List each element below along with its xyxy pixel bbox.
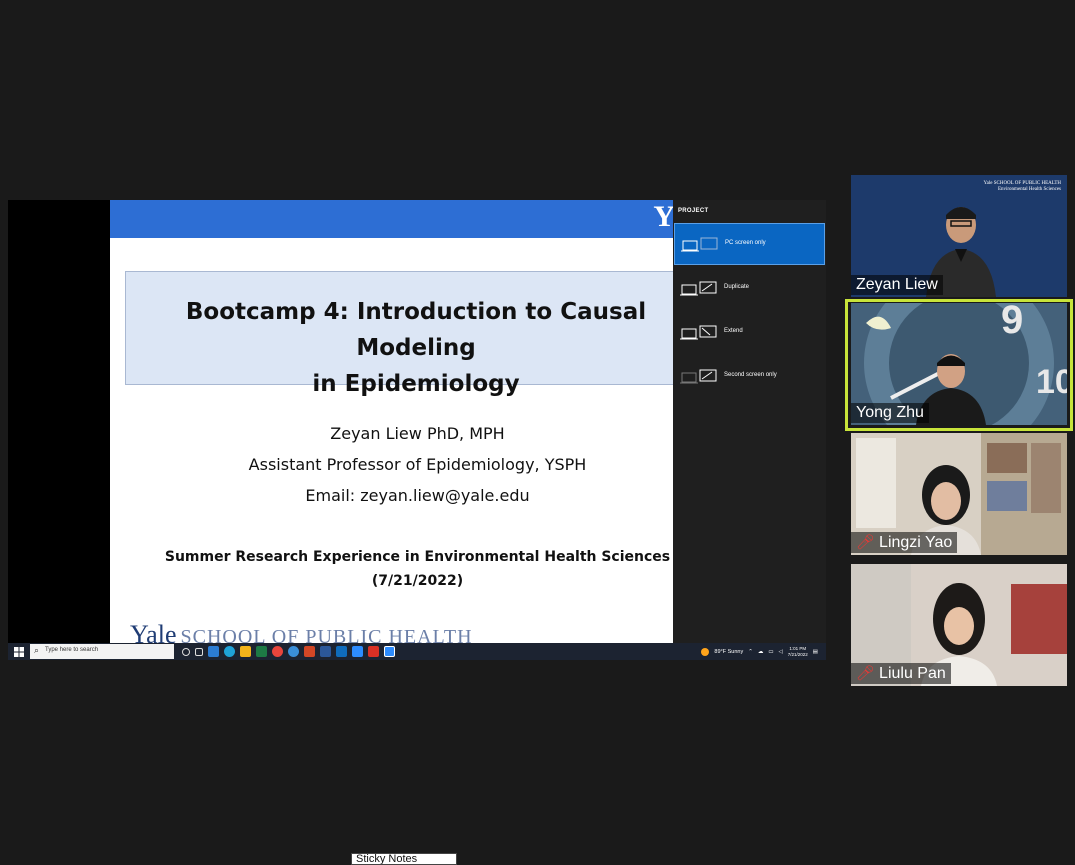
duplicate-icon	[680, 281, 717, 296]
participant-name-tag: 🎤︎ Liulu Pan	[851, 663, 951, 684]
tile-yale-logo: Yale SCHOOL OF PUBLIC HEALTH Environment…	[984, 181, 1061, 193]
word-icon[interactable]	[320, 646, 331, 657]
project-option-label: Second screen only	[724, 372, 777, 378]
slide-header-bar: Y	[110, 200, 673, 238]
active-speaker-frame	[845, 299, 1073, 431]
windows-start-icon[interactable]	[14, 647, 24, 657]
zoom-icon[interactable]	[352, 646, 363, 657]
presentation-slide: Y Bootcamp 4: Introduction to Causal Mod…	[110, 200, 673, 643]
project-option-label: Duplicate	[724, 284, 750, 290]
internet-explorer-icon[interactable]	[288, 646, 299, 657]
pc-screen-only-icon	[681, 237, 718, 252]
mic-muted-icon: 🎤︎	[856, 665, 876, 682]
chrome-icon[interactable]	[272, 646, 283, 657]
task-view-icon[interactable]	[195, 647, 203, 656]
mic-muted-icon: 🎤︎	[856, 534, 876, 551]
edge-icon[interactable]	[224, 646, 235, 657]
shared-screen: Y Bootcamp 4: Introduction to Causal Mod…	[8, 200, 826, 660]
participant-tile-liulu-pan[interactable]: 🎤︎ Liulu Pan	[851, 564, 1067, 686]
participant-name: Liulu Pan	[879, 665, 946, 682]
zoom-meeting-icon[interactable]	[384, 646, 395, 657]
onedrive-icon[interactable]: ☁	[758, 649, 764, 655]
teams-icon[interactable]	[208, 646, 219, 657]
weather-text[interactable]: 89°F Sunny	[714, 649, 743, 655]
project-option-pc-screen-only[interactable]: PC screen only	[674, 223, 825, 265]
volume-icon[interactable]: ◁	[779, 649, 783, 655]
author-role: Assistant Professor of Epidemiology, YSP…	[248, 455, 587, 474]
participant-name: Zeyan Liew	[851, 275, 943, 295]
project-option-label: Extend	[724, 328, 743, 334]
project-panel-title: PROJECT	[678, 208, 709, 214]
participant-name: Lingzi Yao	[879, 534, 953, 551]
notification-icon[interactable]: ▤	[813, 649, 818, 655]
search-icon: ⌕	[34, 645, 40, 655]
author-name: Zeyan Liew PhD, MPH	[330, 424, 505, 443]
participant-name-tag: 🎤︎ Lingzi Yao	[851, 532, 958, 553]
network-icon[interactable]: ▭	[768, 649, 773, 655]
weather-sun-icon[interactable]	[701, 647, 710, 656]
event-block: Summer Research Experience in Environmen…	[110, 545, 673, 593]
footer-yale: Yale	[130, 620, 177, 643]
outlook-icon[interactable]	[336, 646, 347, 657]
yale-footer-logo: Yale SCHOOL OF PUBLIC HEALTH	[130, 620, 473, 643]
yale-logo: Y	[653, 200, 673, 233]
powerpoint-icon[interactable]	[304, 646, 315, 657]
tray-chevron-icon[interactable]: ⌃	[748, 649, 753, 655]
project-option-duplicate[interactable]: Duplicate	[674, 268, 825, 310]
tile-logo-subtext: Environmental Health Sciences	[997, 187, 1061, 192]
participant-tile-lingzi-yao[interactable]: 🎤︎ Lingzi Yao	[851, 433, 1067, 555]
project-option-extend[interactable]: Extend	[674, 312, 825, 354]
extend-icon	[680, 325, 717, 340]
system-tray: 89°F Sunny ⌃ ☁ ▭ ◁ 1:01 PM 7/21/2022 ▤	[701, 643, 818, 660]
cortana-icon[interactable]	[182, 647, 190, 656]
sticky-notes-window[interactable]: Sticky Notes	[351, 853, 457, 865]
project-option-label: PC screen only	[725, 240, 766, 246]
acrobat-icon[interactable]	[368, 646, 379, 657]
excel-icon[interactable]	[256, 646, 267, 657]
author-block: Zeyan Liew PhD, MPH Assistant Professor …	[110, 418, 673, 511]
file-explorer-icon[interactable]	[240, 646, 251, 657]
windows-taskbar: ⌕ Type here to search 89°F Sunny ⌃ ☁ ▭ ◁…	[8, 643, 826, 660]
footer-school: SCHOOL OF PUBLIC HEALTH	[180, 626, 473, 643]
project-option-second-screen-only[interactable]: Second screen only	[674, 356, 825, 398]
taskbar-clock[interactable]: 1:01 PM 7/21/2022	[788, 646, 808, 658]
slide-title-line-1: Bootcamp 4: Introduction to Causal Model…	[185, 299, 647, 361]
author-email: Email: zeyan.liew@yale.edu	[305, 486, 530, 505]
search-placeholder: Type here to search	[45, 647, 99, 653]
taskbar-search-box[interactable]: ⌕ Type here to search	[30, 644, 174, 659]
slide-title-line-2: in Epidemiology	[312, 371, 520, 397]
second-screen-only-icon	[680, 369, 717, 384]
clock-date: 7/21/2022	[787, 651, 808, 657]
participant-tile-zeyan-liew[interactable]: Yale SCHOOL OF PUBLIC HEALTH Environment…	[851, 175, 1067, 297]
slide-title: Bootcamp 4: Introduction to Causal Model…	[126, 294, 673, 402]
clock-time: 1:01 PM	[789, 645, 807, 651]
slide-title-box: Bootcamp 4: Introduction to Causal Model…	[125, 271, 673, 397]
taskbar-apps	[182, 645, 395, 658]
event-name: Summer Research Experience in Environmen…	[164, 549, 671, 565]
project-panel: PROJECT PC screen only Duplicate Extend …	[673, 200, 826, 643]
event-date: (7/21/2022)	[371, 573, 464, 589]
